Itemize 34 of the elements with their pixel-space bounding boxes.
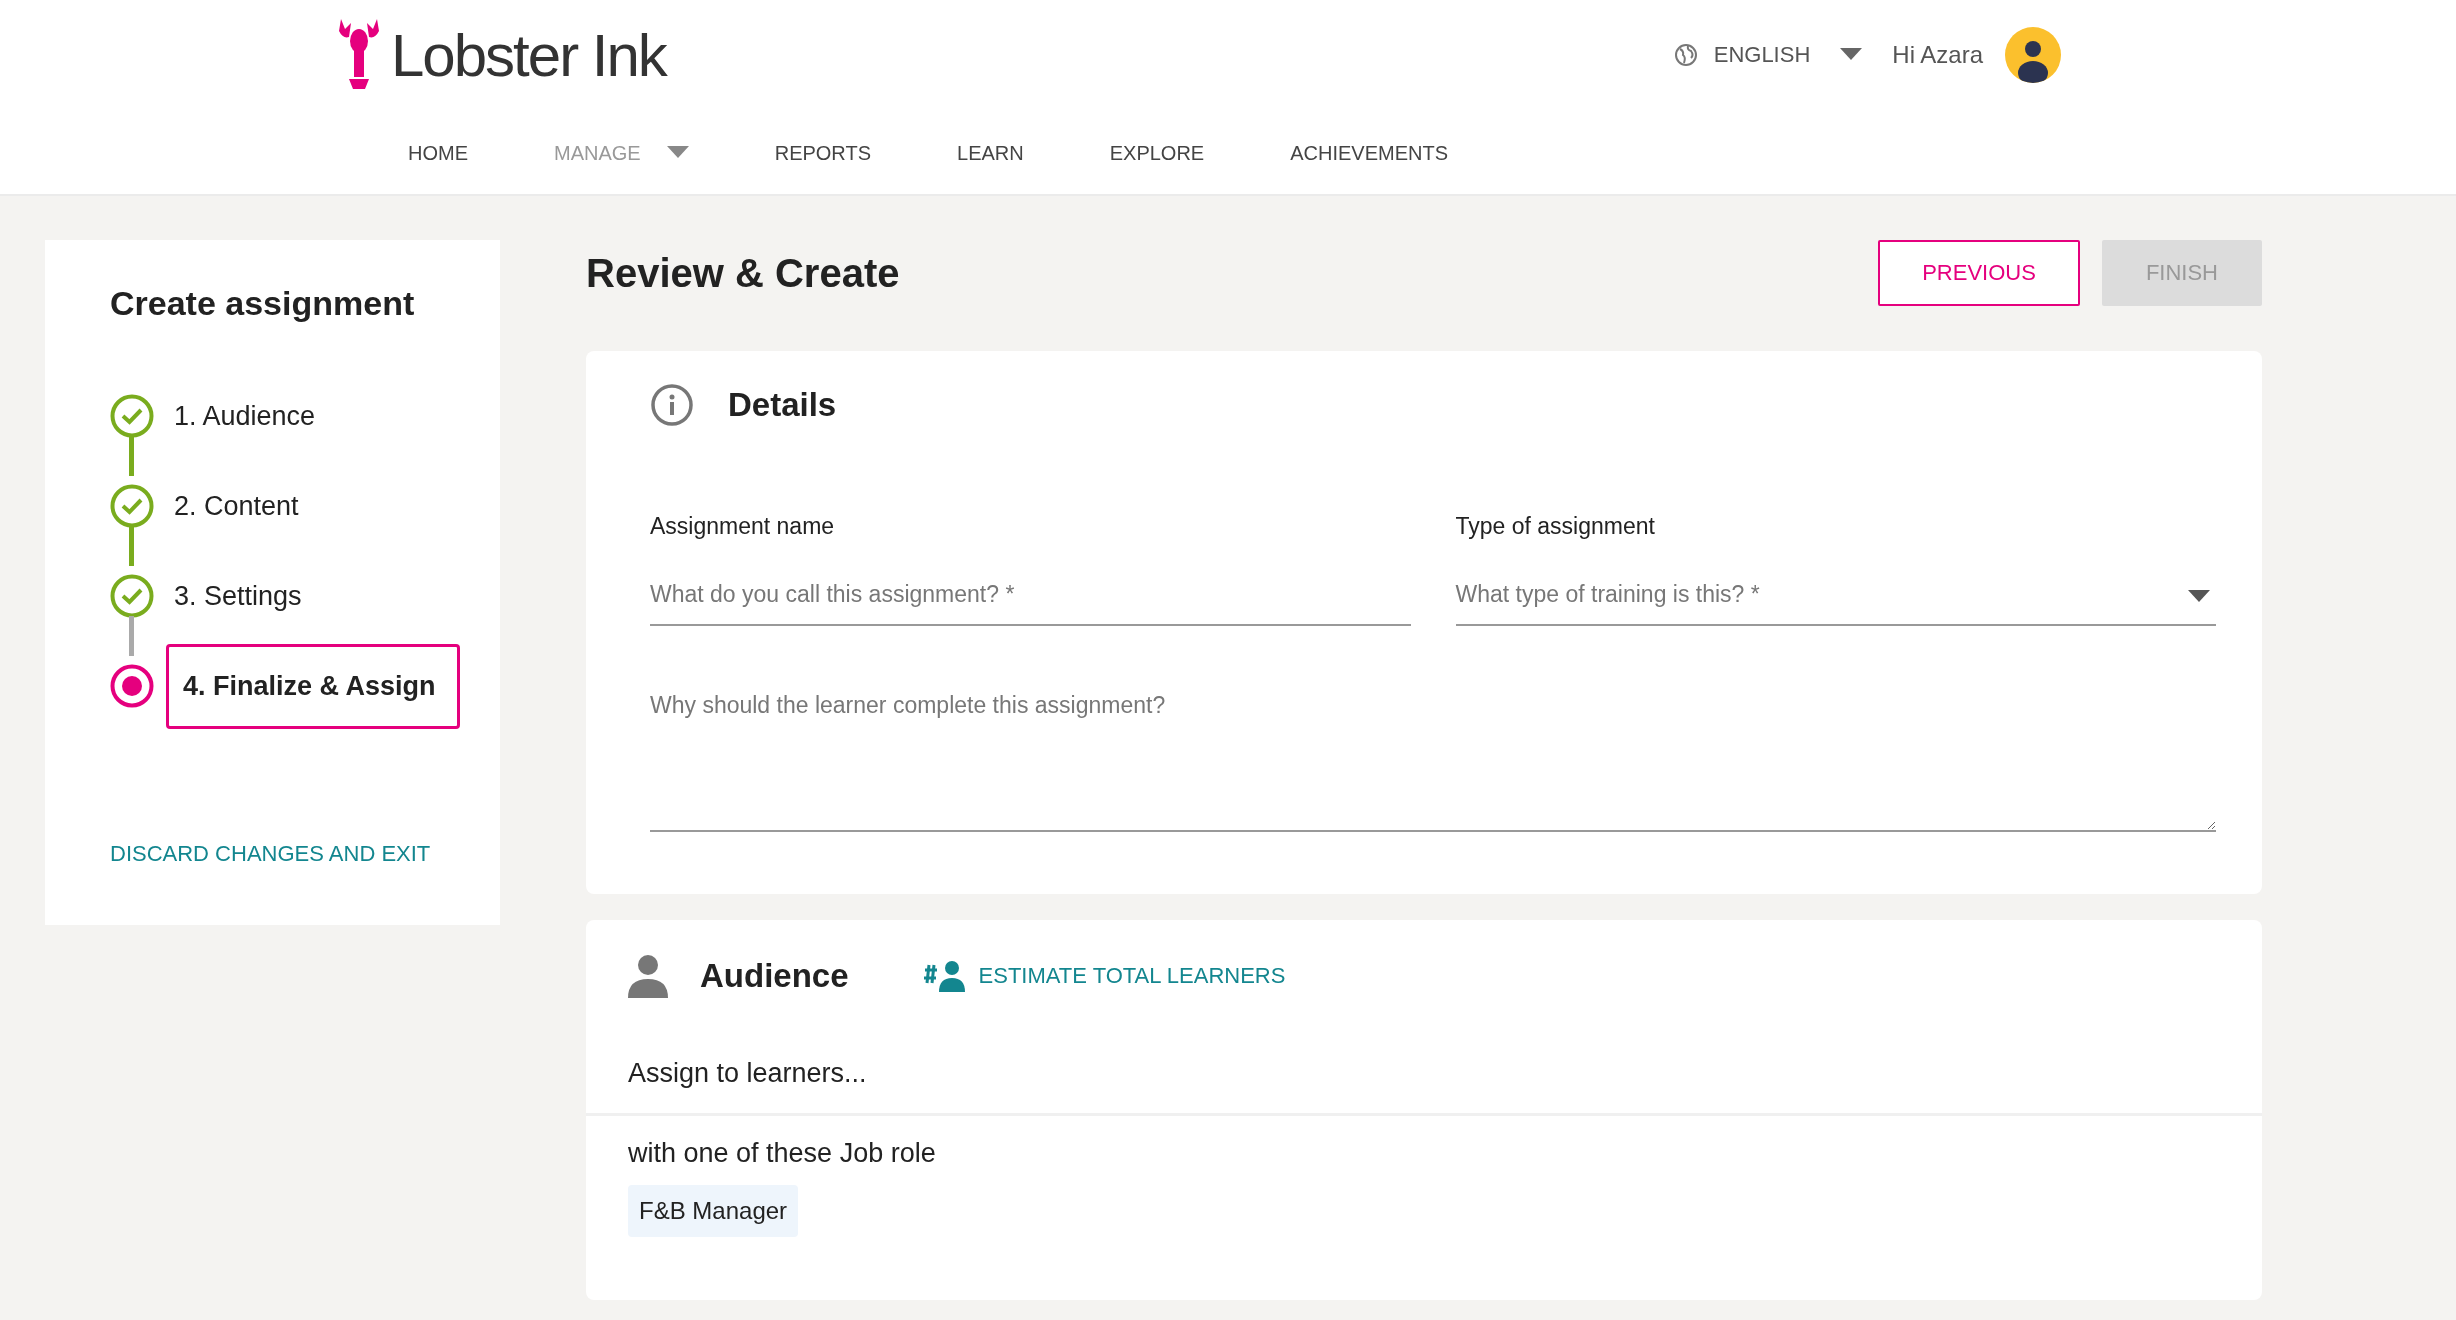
step-item[interactable]: 1. Audience — [174, 400, 316, 432]
assign-text: Assign to learners... — [586, 998, 2262, 1116]
sidebar-title: Create assignment — [110, 284, 416, 323]
job-role-tag: F&B Manager — [628, 1185, 799, 1237]
logo-text: Lobster Ink — [391, 20, 666, 90]
user-greeting: Hi Azara — [1892, 41, 1983, 69]
caret-icon — [666, 146, 689, 158]
caret-icon — [1840, 48, 1863, 60]
globe-icon — [1673, 43, 1698, 67]
step-button[interactable]: PREVIOUS — [1878, 240, 2080, 306]
field-label: Type of assignment — [1455, 513, 1656, 540]
estimate-link[interactable]: ESTIMATE TOTAL LEARNERS — [920, 960, 1286, 992]
step-item[interactable]: 2. Content — [174, 490, 299, 522]
nav-link[interactable]: EXPLORE — [1109, 141, 1205, 165]
nav-link[interactable]: HOME — [408, 141, 468, 165]
info-icon — [650, 383, 694, 427]
person-icon — [628, 954, 668, 998]
step-item[interactable]: 4. Finalize & Assign — [166, 643, 460, 729]
input-field[interactable]: What do you call this assignment? * — [650, 564, 1411, 626]
discard-link[interactable]: DISCARD CHANGES AND EXIT — [110, 841, 431, 867]
criteria-text: with one of these Job role — [627, 1137, 937, 1170]
select-field[interactable]: What type of training is this? * — [1455, 564, 2216, 626]
step-item[interactable]: 3. Settings — [174, 580, 302, 612]
nav-link[interactable]: LEARN — [957, 141, 1024, 165]
avatar-icon[interactable] — [2005, 27, 2061, 83]
reason-field[interactable]: Why should the learner complete this assignment? — [650, 682, 2216, 832]
language-selector[interactable]: ENGLISH — [1673, 42, 1811, 68]
section-title: Audience — [700, 957, 849, 995]
dropdown-caret-icon — [2188, 589, 2210, 602]
nav-link[interactable]: ACHIEVEMENTS — [1290, 141, 1448, 165]
nav-link[interactable]: REPORTS — [774, 141, 871, 165]
page-title: Review & Create — [586, 250, 900, 296]
section-title: Details — [728, 386, 837, 424]
field-label: Assignment name — [650, 513, 836, 540]
